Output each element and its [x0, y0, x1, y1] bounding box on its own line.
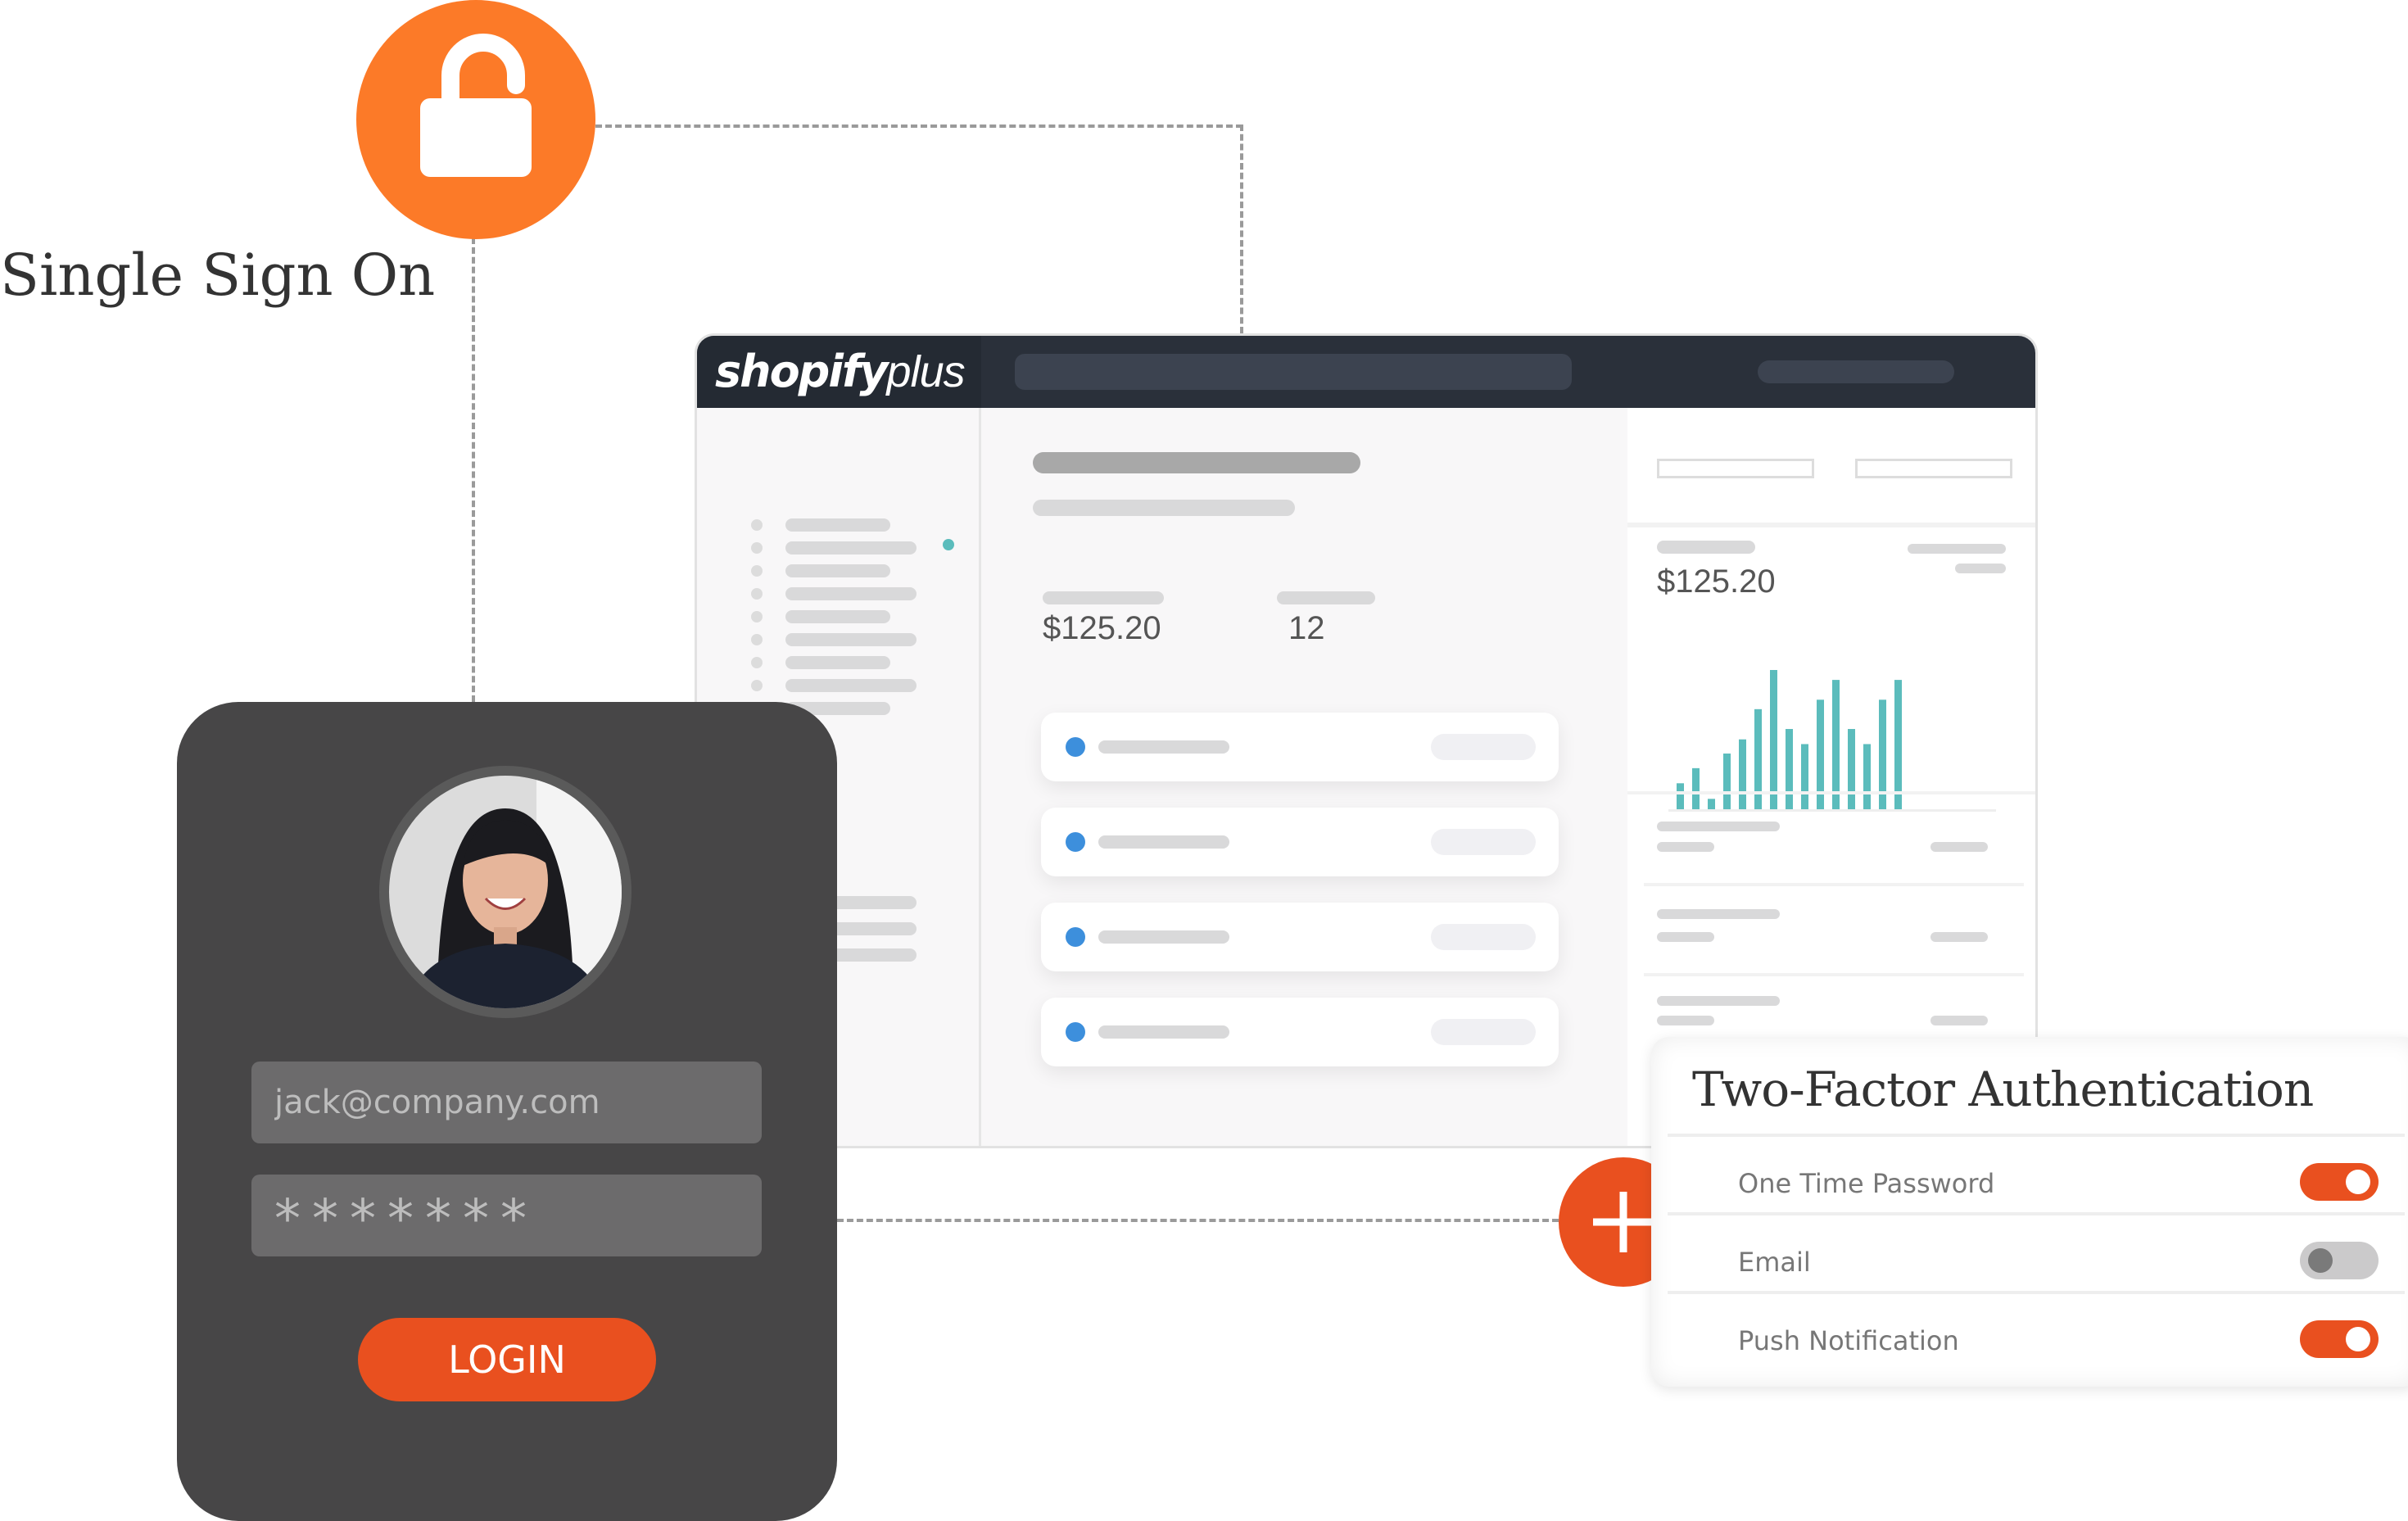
- sidebar-item[interactable]: [785, 633, 917, 646]
- metric-label: [1043, 591, 1164, 604]
- connector-line: [472, 238, 475, 702]
- sso-title: Single Sign On: [0, 242, 436, 309]
- option-label: Email: [1738, 1247, 1811, 1278]
- chart-bar: [1770, 670, 1777, 809]
- email-field[interactable]: [251, 1062, 762, 1143]
- side-metric: $125.20: [1657, 564, 1776, 600]
- chart-bar: [1708, 799, 1715, 809]
- toggle-switch[interactable]: [2300, 1242, 2379, 1279]
- page-title-placeholder: [1033, 452, 1360, 473]
- password-field[interactable]: *******: [251, 1175, 762, 1256]
- sidebar-bullet: [751, 519, 763, 531]
- option-label: One Time Password: [1738, 1168, 1995, 1199]
- mini-bar-chart: [1668, 670, 1996, 812]
- shopify-plus-logo: shopifyplus: [697, 336, 981, 408]
- sidebar-bullet: [751, 565, 763, 577]
- date-input[interactable]: [1657, 459, 1814, 478]
- date-input[interactable]: [1855, 459, 2012, 478]
- sidebar-item[interactable]: [785, 518, 890, 532]
- chart-bar: [1739, 739, 1746, 809]
- sidebar-item[interactable]: [785, 564, 890, 577]
- sidebar-item[interactable]: [785, 679, 917, 692]
- chart-bar: [1848, 729, 1855, 809]
- search-bar[interactable]: [1015, 354, 1572, 390]
- sidebar-bullet: [751, 611, 763, 622]
- metric-count: 12: [1288, 610, 1325, 646]
- sidebar-item[interactable]: [785, 656, 890, 669]
- avatar: [379, 766, 631, 1018]
- connector-line: [595, 124, 1242, 128]
- sidebar-item[interactable]: [785, 610, 890, 623]
- chart-bar: [1832, 680, 1840, 809]
- chart-bar: [1786, 729, 1793, 809]
- sidebar-item[interactable]: [785, 541, 917, 555]
- active-indicator: [943, 539, 954, 550]
- chart-baseline: [1668, 809, 1996, 812]
- sidebar-bullet: [751, 657, 763, 668]
- sidebar-bullet: [751, 542, 763, 554]
- list-item[interactable]: [1041, 808, 1559, 876]
- two-factor-panel: Two-Factor Authentication One Time Passw…: [1651, 1037, 2408, 1387]
- chart-bar: [1723, 754, 1731, 809]
- list-item[interactable]: [1041, 713, 1559, 781]
- toggle-switch[interactable]: [2300, 1163, 2379, 1201]
- unlock-icon: [420, 34, 532, 177]
- toggle-switch[interactable]: [2300, 1320, 2379, 1358]
- dashboard-window: shopifyplus $125.20 12 $125.20: [695, 333, 2038, 1148]
- metric-revenue: $125.20: [1043, 610, 1161, 646]
- chart-bar: [1894, 680, 1902, 809]
- list-item[interactable]: [1041, 998, 1559, 1066]
- metric-label: [1277, 591, 1375, 604]
- chart-bar: [1863, 744, 1871, 809]
- sidebar-bullet: [751, 588, 763, 600]
- two-factor-option: Push Notification: [1668, 1291, 2405, 1369]
- sidebar-item[interactable]: [785, 587, 917, 600]
- lock-badge: [356, 0, 595, 239]
- subtitle-placeholder: [1033, 500, 1295, 516]
- chart-bar: [1692, 767, 1700, 809]
- two-factor-title: Two-Factor Authentication: [1692, 1062, 2314, 1117]
- login-button[interactable]: LOGIN: [358, 1318, 656, 1401]
- chart-bar: [1801, 744, 1808, 809]
- connector-line: [837, 1219, 1559, 1222]
- dashboard-header: shopifyplus: [697, 336, 2035, 408]
- sidebar-bullet: [751, 680, 763, 691]
- two-factor-option: Email: [1668, 1212, 2405, 1291]
- login-card: ******* LOGIN: [177, 702, 837, 1521]
- chart-bar: [1677, 783, 1684, 809]
- list-item[interactable]: [1041, 903, 1559, 971]
- connector-line: [1240, 124, 1243, 333]
- account-button[interactable]: [1758, 360, 1954, 383]
- option-label: Push Notification: [1738, 1325, 1959, 1356]
- two-factor-option: One Time Password: [1668, 1134, 2405, 1212]
- sidebar-bullet: [751, 634, 763, 645]
